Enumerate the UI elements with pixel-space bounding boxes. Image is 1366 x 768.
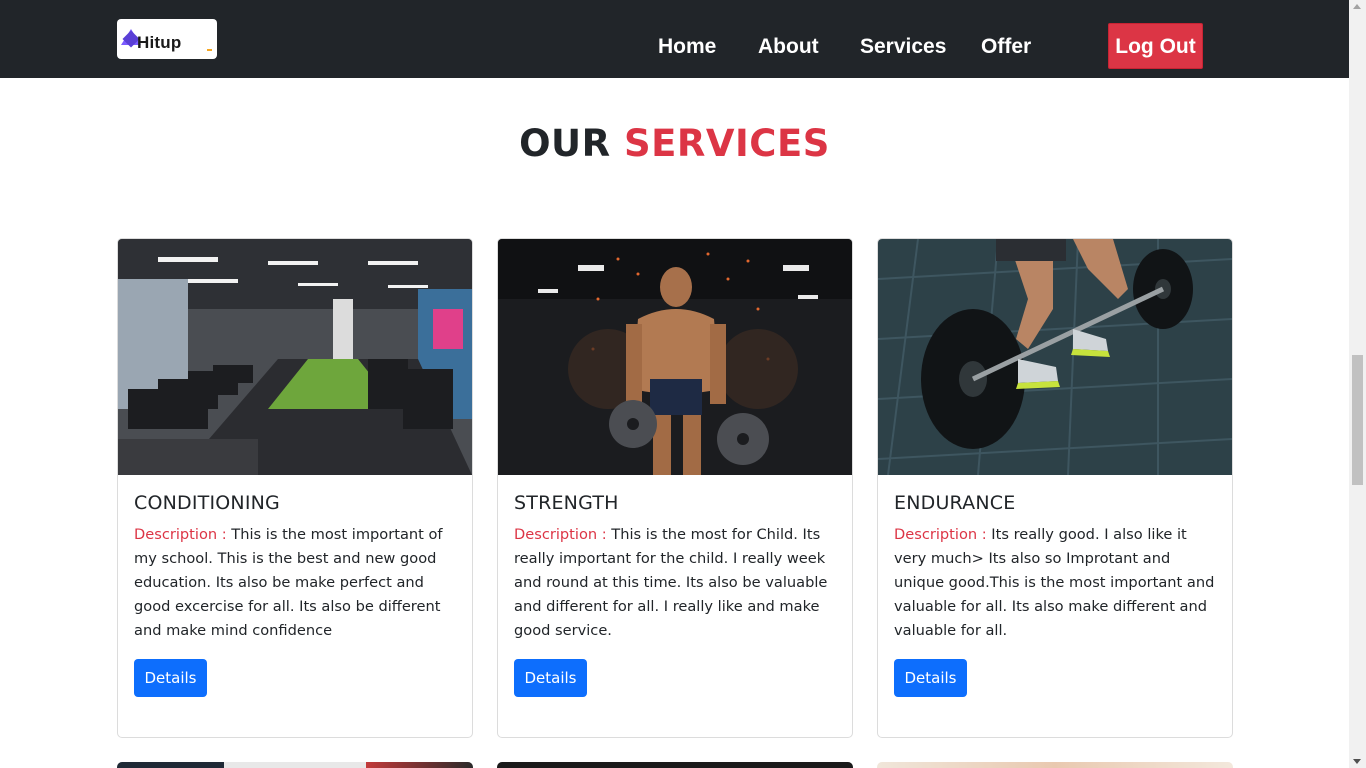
section-title-part1: OUR	[519, 122, 611, 165]
scroll-thumb[interactable]	[1352, 355, 1363, 485]
top-navbar: Hitup Home About Services Offer Log Out	[0, 0, 1349, 78]
card-description: Description : This is the most for Child…	[514, 523, 840, 643]
brand-logo[interactable]: Hitup	[117, 19, 217, 59]
card-body: CONDITIONING Description : This is the m…	[134, 491, 460, 643]
nav-offer-link[interactable]: Offer	[981, 34, 1031, 60]
scroll-up-arrow-icon[interactable]	[1353, 4, 1361, 9]
nav-services-link[interactable]: Services	[860, 34, 946, 60]
card-title: CONDITIONING	[134, 492, 280, 514]
logo-accent-dot	[207, 49, 212, 51]
description-label: Description :	[134, 526, 227, 543]
card-body: STRENGTH Description : This is the most …	[514, 491, 840, 643]
description-label: Description :	[514, 526, 607, 543]
service-card-peek	[877, 762, 1233, 768]
logo-text: Hitup	[137, 33, 182, 52]
vertical-scrollbar[interactable]	[1349, 0, 1366, 768]
details-button[interactable]: Details	[514, 659, 587, 697]
section-title-part2: SERVICES	[623, 122, 830, 165]
description-label: Description :	[894, 526, 987, 543]
card-description: Description : Its really good. I also li…	[894, 523, 1220, 643]
gym-interior-image	[118, 239, 472, 475]
service-card-strength: STRENGTH Description : This is the most …	[497, 238, 853, 738]
service-card-conditioning: CONDITIONING Description : This is the m…	[117, 238, 473, 738]
card-title: ENDURANCE	[894, 492, 1016, 514]
section-title: OUR SERVICES	[0, 122, 1349, 166]
service-card-peek	[497, 762, 853, 768]
barbell-lift-image	[878, 239, 1232, 475]
details-button[interactable]: Details	[894, 659, 967, 697]
details-button[interactable]: Details	[134, 659, 207, 697]
nav-home-link[interactable]: Home	[658, 34, 716, 60]
scroll-down-arrow-icon[interactable]	[1353, 759, 1361, 764]
card-description: Description : This is the most important…	[134, 523, 460, 643]
card-body: ENDURANCE Description : Its really good.…	[894, 491, 1220, 643]
logout-button[interactable]: Log Out	[1108, 23, 1203, 69]
nav-about-link[interactable]: About	[758, 34, 819, 60]
service-card-peek	[117, 762, 473, 768]
card-title: STRENGTH	[514, 492, 619, 514]
bodybuilder-image	[498, 239, 852, 475]
service-card-endurance: ENDURANCE Description : Its really good.…	[877, 238, 1233, 738]
